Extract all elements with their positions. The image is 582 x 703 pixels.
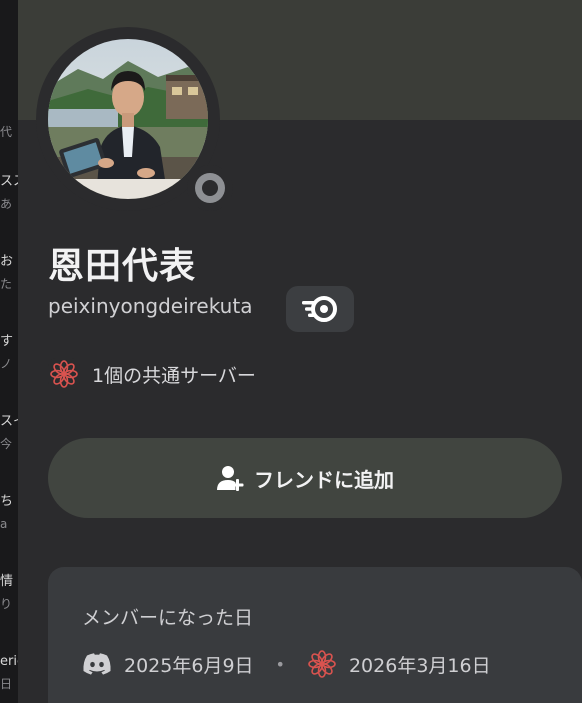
server-flower-icon bbox=[308, 650, 336, 678]
member-since-card: メンバーになった日 2025年6月9日 • 2026年3月16日 bbox=[48, 567, 582, 703]
avatar-container[interactable] bbox=[36, 27, 233, 211]
offline-status-icon bbox=[195, 173, 225, 203]
separator-dot: • bbox=[275, 654, 285, 674]
avatar-photo bbox=[48, 39, 208, 199]
nitro-badge[interactable] bbox=[286, 286, 354, 332]
profile-sheet: 恩田代表 peixinyongdeirekuta 1個の共通サーバー フレンドに… bbox=[18, 0, 582, 703]
mutual-servers-label: 1個の共通サーバー bbox=[92, 364, 256, 387]
member-since-row: 2025年6月9日 • 2026年3月16日 bbox=[82, 649, 491, 679]
avatar[interactable] bbox=[48, 39, 208, 199]
username[interactable]: peixinyongdeirekuta bbox=[48, 294, 252, 318]
mutual-servers[interactable]: 1個の共通サーバー bbox=[48, 358, 256, 390]
status-indicator bbox=[187, 165, 233, 211]
add-friend-label: フレンドに追加 bbox=[254, 467, 394, 492]
server-flower-icon bbox=[48, 358, 80, 390]
add-friend-button[interactable]: フレンドに追加 bbox=[48, 438, 562, 518]
display-name: 恩田代表 bbox=[48, 246, 197, 287]
member-since-heading: メンバーになった日 bbox=[82, 607, 254, 629]
discord-join-date: 2025年6月9日 bbox=[124, 654, 254, 677]
discord-logo-icon bbox=[83, 653, 111, 675]
add-friend-icon bbox=[216, 463, 246, 493]
nitro-badge-icon bbox=[302, 296, 337, 322]
server-join-date: 2026年3月16日 bbox=[348, 654, 491, 677]
